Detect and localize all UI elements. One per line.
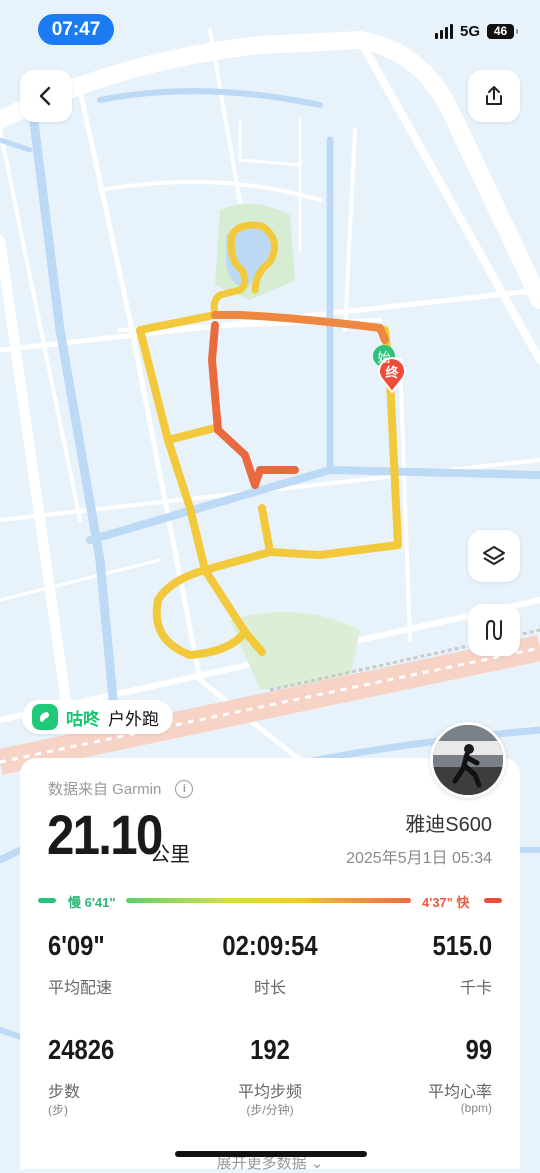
pace-slow-swatch <box>38 898 56 903</box>
pace-fast-label: 4'37" 快 <box>422 895 470 910</box>
distance-unit: 公里 <box>150 844 190 866</box>
steps-value: 24826 <box>48 1034 115 1065</box>
codoon-logo-icon <box>32 704 58 730</box>
data-source-label: 数据来自 Garmin <box>48 781 162 798</box>
heart-rate-unit: (bpm) <box>460 1101 492 1115</box>
battery-icon: 46 <box>487 23 518 39</box>
pace-gradient <box>126 898 411 903</box>
activity-datetime: 2025年5月1日 05:34 <box>346 850 492 867</box>
expand-more-label: 展开更多数据 <box>216 1155 307 1172</box>
share-icon <box>486 86 502 105</box>
device-name: 雅迪S600 <box>405 814 492 836</box>
avg-pace-label: 平均配速 <box>48 980 113 997</box>
brand-name: 咕咚 <box>66 709 100 729</box>
chevron-left-icon <box>39 86 51 106</box>
cadence-label: 平均步频 <box>237 1084 302 1101</box>
layers-button[interactable] <box>468 530 520 582</box>
runner-photo-icon <box>433 725 503 795</box>
pace-slow-label: 慢 6'41" <box>68 895 116 910</box>
distance-value: 21.10 <box>47 803 163 866</box>
pace-legend: 慢 6'41" 4'37" 快 <box>38 890 502 910</box>
pace-fast-swatch <box>484 898 502 903</box>
start-marker-label: 始 <box>377 350 390 365</box>
summary-card: 数据来自 Garmin i 21.10 公里 雅迪S600 2025年5月1日 … <box>20 758 520 1172</box>
network-type: 5G <box>459 22 480 40</box>
info-icon[interactable]: i <box>175 779 194 798</box>
data-source: 数据来自 Garmin i <box>48 778 194 799</box>
chevron-down-icon: ⌄ <box>310 1155 324 1172</box>
duration-label: 时长 <box>253 980 286 997</box>
cadence-unit: (步/分钟) <box>246 1103 294 1117</box>
end-marker-label: 终 <box>385 365 399 380</box>
status-icons: 5G 46 <box>434 20 518 42</box>
heart-rate-value: 99 <box>465 1034 492 1065</box>
avatar[interactable] <box>430 722 506 798</box>
steps-unit: (步) <box>48 1103 68 1117</box>
status-time: 07:47 <box>38 14 114 45</box>
route-replay-button[interactable] <box>468 604 520 656</box>
layers-icon <box>483 546 505 565</box>
signal-icon <box>434 23 453 39</box>
route-icon <box>486 619 502 641</box>
steps-label: 步数 <box>48 1084 81 1101</box>
home-indicator[interactable] <box>175 1151 367 1157</box>
calories-label: 千卡 <box>459 980 492 997</box>
duration-value: 02:09:54 <box>222 930 318 961</box>
back-button[interactable] <box>20 70 72 122</box>
activity-type: 户外跑 <box>108 709 159 729</box>
calories-value: 515.0 <box>432 930 492 961</box>
brand-chip: 咕咚 户外跑 <box>22 700 173 734</box>
avg-pace-value: 6'09" <box>48 930 105 961</box>
heart-rate-label: 平均心率 <box>427 1084 492 1101</box>
cadence-value: 192 <box>250 1034 290 1065</box>
share-button[interactable] <box>468 70 520 122</box>
